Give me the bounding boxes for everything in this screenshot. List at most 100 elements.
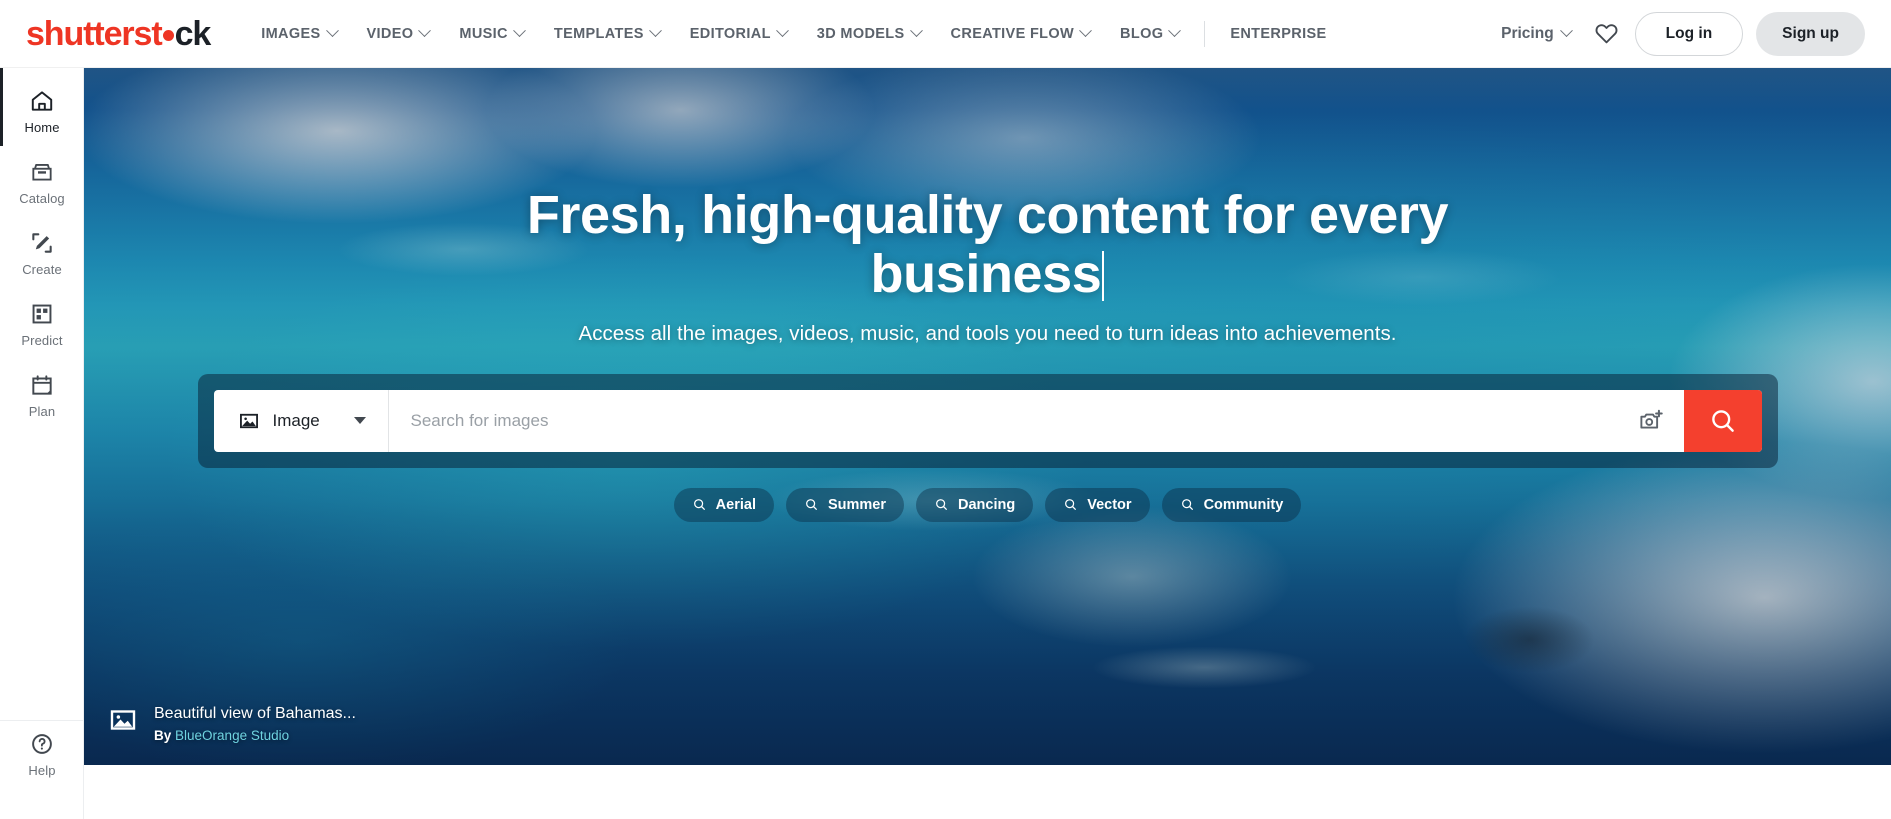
sidebar-item-create[interactable]: Create (0, 217, 84, 288)
chevron-down-icon (353, 417, 366, 425)
nav-label: ENTERPRISE (1230, 25, 1327, 42)
camera-plus-icon (1640, 409, 1663, 429)
nav-label: VIDEO (366, 25, 414, 42)
shutterstock-logo[interactable]: shutterst ck (26, 14, 212, 53)
predict-icon (32, 304, 52, 324)
by-label: By (154, 728, 172, 743)
search-icon (1181, 499, 1193, 511)
author-link[interactable]: BlueOrange Studio (175, 728, 289, 743)
chevron-down-icon (775, 24, 789, 38)
chip-dancing[interactable]: Dancing (916, 487, 1034, 522)
search-submit-button[interactable] (1683, 389, 1762, 452)
hero-headline: Fresh, high-quality content for every bu… (488, 186, 1488, 304)
nav-label: IMAGES (261, 25, 321, 42)
chip-label: Aerial (715, 496, 756, 513)
chip-label: Summer (827, 496, 887, 513)
search-icon (806, 499, 817, 511)
hero-headline-text: Fresh, high-quality content for every bu… (526, 185, 1449, 304)
image-icon (239, 413, 258, 428)
image-attribution: Beautiful view of Bahamas... By BlueOran… (108, 705, 356, 743)
nav-label: 3D MODELS (816, 25, 905, 42)
nav-label: BLOG (1120, 25, 1164, 42)
sidebar-item-home[interactable]: Home (0, 68, 84, 146)
catalog-icon (32, 164, 52, 181)
chip-summer[interactable]: Summer (785, 487, 905, 522)
favorites-button[interactable] (1585, 12, 1629, 56)
signup-button[interactable]: Sign up (1756, 11, 1865, 56)
question-circle-icon (32, 734, 52, 754)
nav-item-video[interactable]: VIDEO (352, 0, 445, 68)
heart-icon (1595, 24, 1618, 44)
sidebar-item-predict[interactable]: Predict (0, 288, 84, 359)
page-body-below-hero (84, 765, 1891, 819)
sidebar-item-help[interactable]: Help (0, 718, 84, 789)
nav-item-3d-models[interactable]: 3D MODELS (802, 0, 936, 68)
header-actions: Pricing Log in Sign up (1487, 11, 1891, 56)
sidebar-item-plan[interactable]: Plan (0, 359, 84, 430)
logo-dot-icon (162, 30, 174, 41)
sidebar-item-label: Create (22, 262, 62, 277)
home-icon (31, 91, 53, 111)
search-type-dropdown[interactable]: Image (214, 389, 389, 452)
sidebar-item-catalog[interactable]: Catalog (0, 146, 84, 217)
nav-item-images[interactable]: IMAGES (246, 0, 351, 68)
chevron-down-icon (1559, 24, 1573, 38)
pricing-label: Pricing (1501, 24, 1554, 42)
nav-label: MUSIC (459, 25, 508, 42)
search-container: Image (197, 373, 1778, 468)
visual-search-button[interactable] (1620, 390, 1684, 452)
nav-label: EDITORIAL (689, 25, 771, 42)
main-navigation: IMAGES VIDEO MUSIC TEMPLATES EDITORIAL 3… (246, 0, 1341, 68)
sidebar-item-label: Catalog (19, 191, 65, 206)
sidebar-item-label: Predict (21, 333, 63, 348)
search-icon (1065, 499, 1077, 511)
chevron-down-icon (909, 24, 923, 38)
nav-item-enterprise[interactable]: ENTERPRISE (1215, 0, 1341, 68)
chevron-down-icon (418, 24, 432, 38)
attribution-text: Beautiful view of Bahamas... By BlueOran… (154, 705, 356, 743)
left-sidebar: Home Catalog Create Predict Plan Help (0, 68, 84, 819)
search-icon (693, 499, 705, 511)
search-icon (936, 499, 947, 511)
sidebar-item-label: Home (24, 120, 60, 135)
attribution-byline: By BlueOrange Studio (154, 728, 356, 743)
nav-item-editorial[interactable]: EDITORIAL (675, 0, 802, 68)
sidebar-bottom-section: Help (0, 718, 84, 789)
nav-item-music[interactable]: MUSIC (444, 0, 538, 68)
sidebar-item-label: Plan (28, 404, 56, 419)
suggested-searches: Aerial Summer Dancing Vector Community (673, 487, 1302, 522)
nav-label: CREATIVE FLOW (950, 25, 1075, 42)
sidebar-item-label: Help (28, 763, 56, 778)
pricing-menu[interactable]: Pricing (1487, 24, 1585, 43)
chevron-down-icon (648, 24, 662, 38)
create-icon (32, 233, 52, 253)
nav-item-creative-flow[interactable]: CREATIVE FLOW (936, 0, 1106, 68)
nav-item-blog[interactable]: BLOG (1105, 0, 1194, 68)
hero-subheadline: Access all the images, videos, music, an… (578, 321, 1397, 345)
chip-vector[interactable]: Vector (1045, 487, 1150, 522)
search-input[interactable] (388, 389, 1620, 452)
login-button[interactable]: Log in (1634, 11, 1744, 56)
chip-label: Dancing (958, 496, 1016, 513)
nav-label: TEMPLATES (553, 25, 644, 42)
attribution-title: Beautiful view of Bahamas... (154, 705, 356, 722)
chevron-down-icon (325, 24, 339, 38)
text-cursor (1102, 250, 1105, 301)
logo-text-part2: ck (174, 14, 212, 53)
chip-label: Vector (1087, 496, 1132, 513)
chip-label: Community (1203, 496, 1284, 513)
search-icon (1711, 409, 1734, 432)
logo-text-part1: shutterst (26, 14, 163, 53)
hero-content: Fresh, high-quality content for every bu… (84, 68, 1891, 765)
top-header: shutterst ck IMAGES VIDEO MUSIC TEMPLATES… (0, 0, 1891, 68)
search-bar: Image (213, 389, 1762, 452)
chip-community[interactable]: Community (1161, 487, 1302, 522)
chevron-down-icon (513, 24, 526, 38)
chevron-down-icon (1079, 24, 1092, 38)
nav-divider (1204, 20, 1206, 47)
nav-item-templates[interactable]: TEMPLATES (539, 0, 675, 68)
search-type-label: Image (272, 410, 320, 430)
plan-icon (32, 375, 52, 395)
chip-aerial[interactable]: Aerial (673, 487, 774, 522)
chevron-down-icon (1168, 24, 1182, 38)
